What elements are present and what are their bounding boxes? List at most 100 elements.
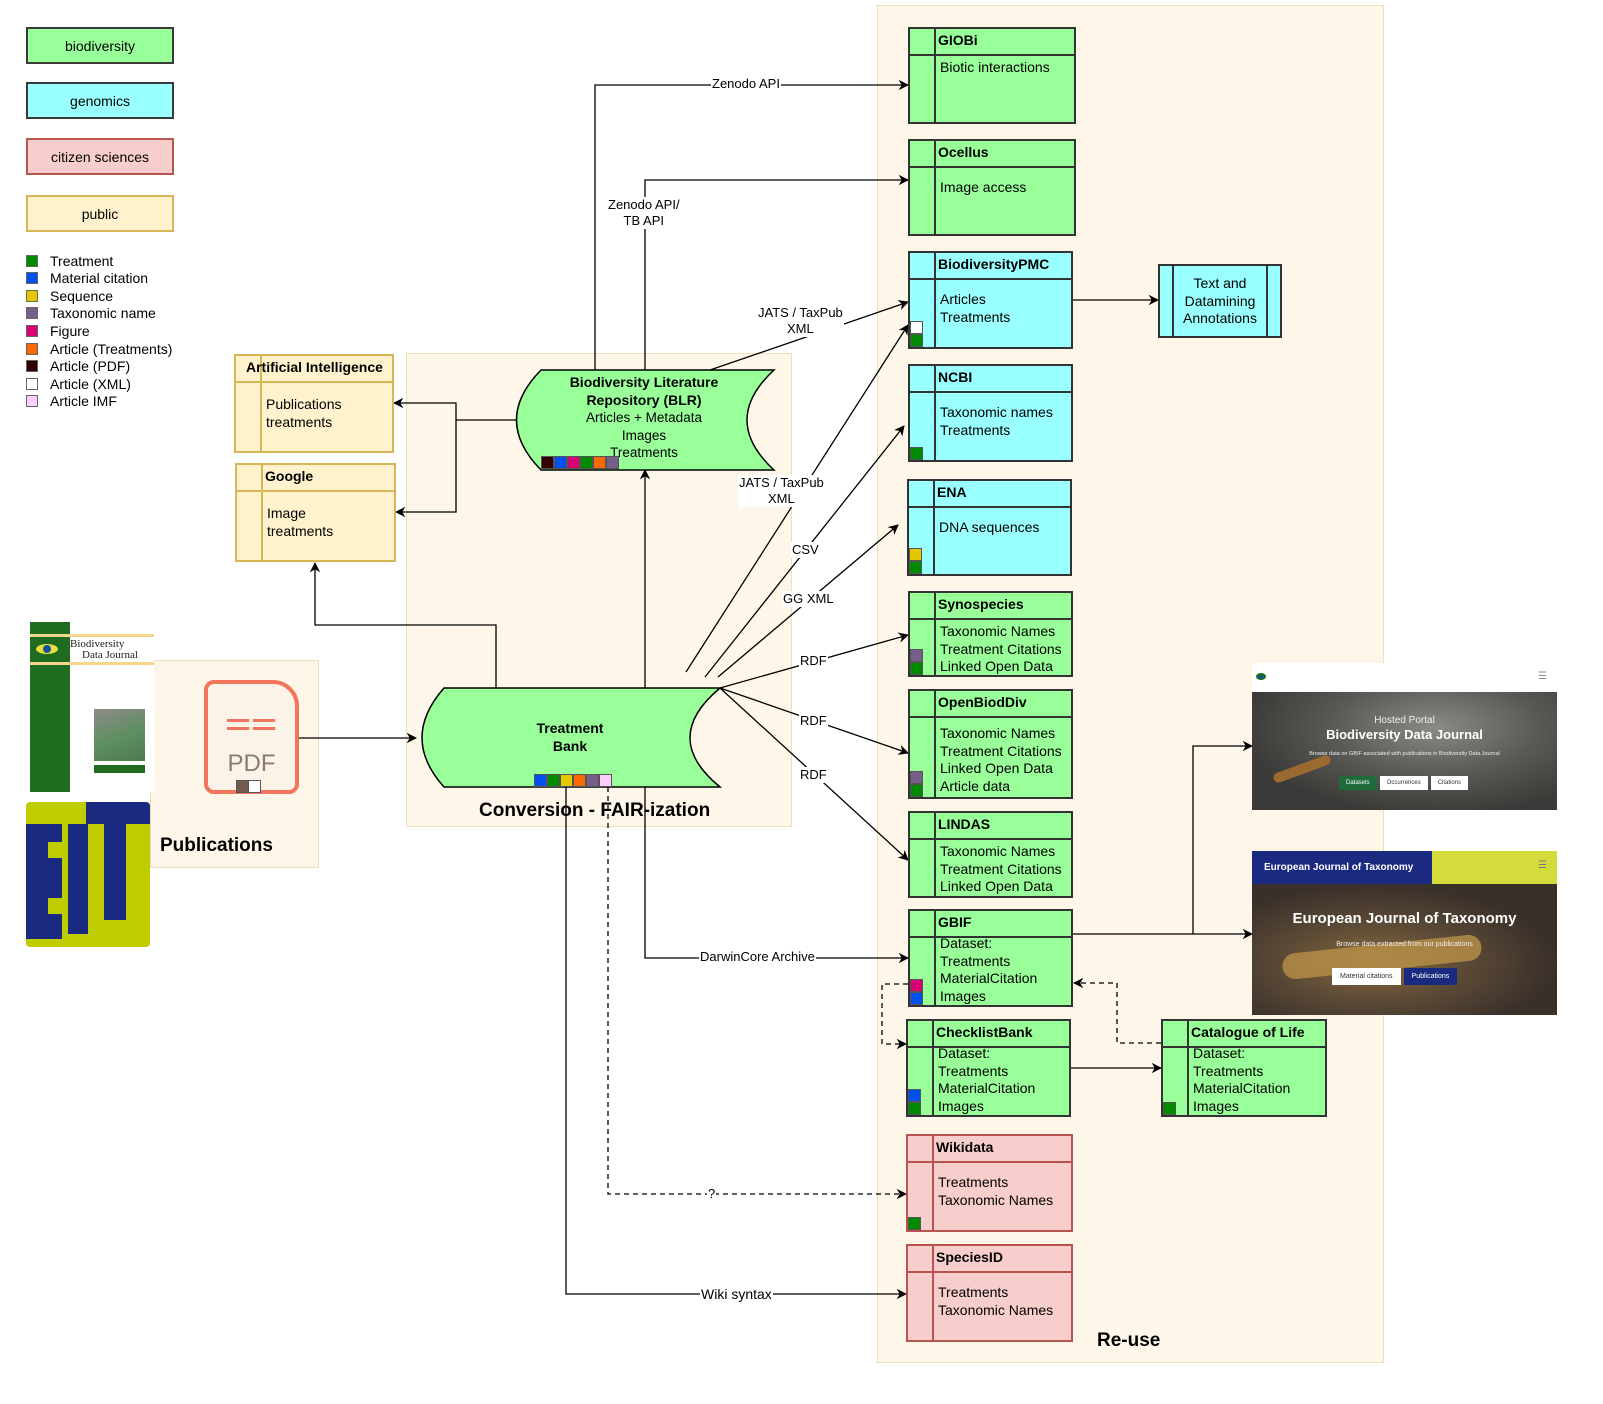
edge-label-jats-tb: JATS / TaxPub XML [738, 475, 825, 507]
service-title: ENA [937, 484, 967, 500]
legend-color-swatch-icon [26, 324, 38, 337]
ejt-portal-title: European Journal of Taxonomy [1292, 910, 1517, 927]
legend-data-type-label: Article (Treatments) [50, 340, 173, 357]
ejt-publications-button[interactable]: Publications [1403, 968, 1458, 985]
service-ncbi[interactable]: NCBI Taxonomic names Treatments [908, 364, 1073, 462]
bdj-cover: Biodiversity Data Journal [30, 622, 154, 792]
text-datamining-node[interactable]: Text and Datamining Annotations [1158, 264, 1282, 338]
legend-color-swatch-icon [26, 307, 38, 320]
legend-biodiversity: biodiversity [26, 27, 174, 64]
legend-color-swatch-icon [26, 289, 38, 302]
legend-data-type-label: Article IMF [50, 393, 117, 410]
service-title: Synospecies [938, 596, 1024, 612]
publications-title: Publications [160, 835, 273, 856]
service-divider [934, 813, 936, 896]
service-wikidata[interactable]: Wikidata Treatments Taxonomic Names [906, 1134, 1073, 1232]
chip-treatment [580, 456, 593, 469]
chip-article-xml [248, 780, 261, 793]
bdj-citations-button[interactable]: Citations [1430, 776, 1469, 790]
legend-data-type-label: Material citation [50, 270, 149, 287]
service-divider [934, 691, 936, 797]
ejt-portal-nav-title: European Journal of Taxonomy [1264, 862, 1414, 873]
legend-color-swatch-icon [26, 395, 38, 408]
chip-article-xml [910, 321, 923, 334]
legend-color-swatch-icon [26, 254, 38, 267]
service-body: Articles Treatments [940, 291, 1011, 325]
service-body: Treatments Taxonomic Names [938, 1284, 1054, 1318]
legend-data-type: Material citation [26, 270, 148, 287]
bdj-occurrences-button[interactable]: Occurrences [1379, 776, 1428, 790]
chip-taxonomic-name [910, 649, 923, 662]
legend-data-type-label: Sequence [50, 287, 114, 304]
chip-article-imf [599, 774, 612, 787]
chip-treatment [547, 774, 560, 787]
service-speciesid[interactable]: SpeciesID Treatments Taxonomic Names [906, 1244, 1073, 1342]
legend-label: citizen sciences [50, 148, 150, 165]
service-catalogue-of-life[interactable]: Catalogue of Life Dataset: Treatments Mat… [1161, 1019, 1327, 1117]
bdj-portal-subtitle: Hosted Portal [1374, 715, 1435, 726]
service-body: Dataset: Treatments MaterialCitation Ima… [938, 1045, 1036, 1114]
service-giobi[interactable]: GIOBi Biotic interactions [908, 27, 1076, 124]
service-divider [932, 1136, 934, 1230]
edge-label-jats-blr: JATS / TaxPub XML [757, 305, 844, 337]
legend-data-type: Article IMF [26, 393, 117, 410]
service-body: Dataset: Treatments MaterialCitation Ima… [940, 935, 1038, 1004]
ejt-portal-menu-icon[interactable]: ☰ [1538, 860, 1547, 871]
service-title: GBIF [938, 914, 972, 930]
service-body: DNA sequences [939, 519, 1040, 535]
acrobat-glyph-icon: ⩵ [224, 693, 278, 745]
service-title: ChecklistBank [936, 1024, 1033, 1040]
bdj-datasets-button[interactable]: Datasets [1339, 776, 1377, 790]
service-divider [932, 1021, 934, 1115]
edge-label-zenodo-tb-api: Zenodo API/ TB API [607, 197, 681, 229]
edge-label-wiki-syntax: Wiki syntax [700, 1286, 773, 1302]
blr-body: Articles + Metadata Images Treatments [586, 410, 702, 460]
legend-color-swatch-icon [26, 360, 38, 373]
service-title: Catalogue of Life [1191, 1024, 1305, 1040]
service-biodiversitypmc[interactable]: BiodiversityPMC Articles Treatments [908, 251, 1073, 349]
legend-data-type-label: Taxonomic name [50, 305, 156, 322]
chip-article-pdf [541, 456, 554, 469]
service-body: Treatments Taxonomic Names [938, 1174, 1054, 1208]
legend-data-type-label: Treatment [50, 252, 114, 269]
legend-public: public [26, 195, 174, 232]
service-artificial-intelligence[interactable]: Artificial Intelligence Publications tre… [234, 354, 394, 453]
service-checklistbank[interactable]: ChecklistBank Dataset: Treatments Materia… [906, 1019, 1071, 1117]
service-body: Image access [940, 179, 1027, 195]
legend-data-type: Figure [26, 322, 90, 339]
legend-color-swatch-icon [26, 377, 38, 390]
chip-treatment [1163, 1102, 1176, 1115]
treatment-bank-node[interactable]: Treatment Bank [500, 720, 640, 755]
service-ena[interactable]: ENA DNA sequences [907, 479, 1072, 576]
service-lindas[interactable]: LINDAS Taxonomic Names Treatment Citation… [908, 811, 1073, 898]
service-google[interactable]: Google Image treatments [235, 463, 396, 562]
chip-figure [567, 456, 580, 469]
chip-article-treatments [573, 774, 586, 787]
blr-node[interactable]: Biodiversity Literature Repository (BLR)… [541, 374, 747, 462]
service-divider [934, 911, 936, 1005]
legend-citizen-sciences: citizen sciences [26, 138, 174, 175]
chip-treatment [908, 1102, 921, 1115]
legend-data-type-label: Figure [50, 322, 90, 339]
legend-label: public [81, 205, 119, 222]
service-title: LINDAS [938, 816, 991, 832]
service-body: Taxonomic Names Treatment Citations Link… [940, 725, 1062, 794]
ejt-material-citations-button[interactable]: Material citations [1332, 968, 1401, 985]
service-ocellus[interactable]: Ocellus Image access [908, 139, 1076, 236]
edge-blr-ocellus [644, 174, 910, 370]
edge-label-rdf-openbioddiv: RDF [799, 713, 828, 729]
bdj-portal-menu-icon[interactable]: ☰ [1538, 671, 1547, 682]
service-gbif[interactable]: GBIF Dataset: Treatments MaterialCitation… [908, 909, 1073, 1007]
edge-label-csv: CSV [791, 542, 820, 558]
service-divider [1187, 1021, 1189, 1115]
edge-tb-speciesid [565, 787, 908, 1300]
service-openbioddiv[interactable]: OpenBiodDiv Taxonomic Names Treatment Cit… [908, 689, 1073, 799]
service-divider [934, 29, 936, 122]
legend-data-type-label: Article (PDF) [50, 358, 131, 375]
edge-col-gbif [1072, 977, 1161, 1044]
service-synospecies[interactable]: Synospecies Taxonomic Names Treatment Cit… [908, 591, 1073, 677]
service-divider [934, 141, 936, 234]
service-title: Artificial Intelligence [246, 359, 383, 375]
legend-label: biodiversity [64, 37, 136, 54]
bdj-cover-bird-image [94, 709, 145, 761]
